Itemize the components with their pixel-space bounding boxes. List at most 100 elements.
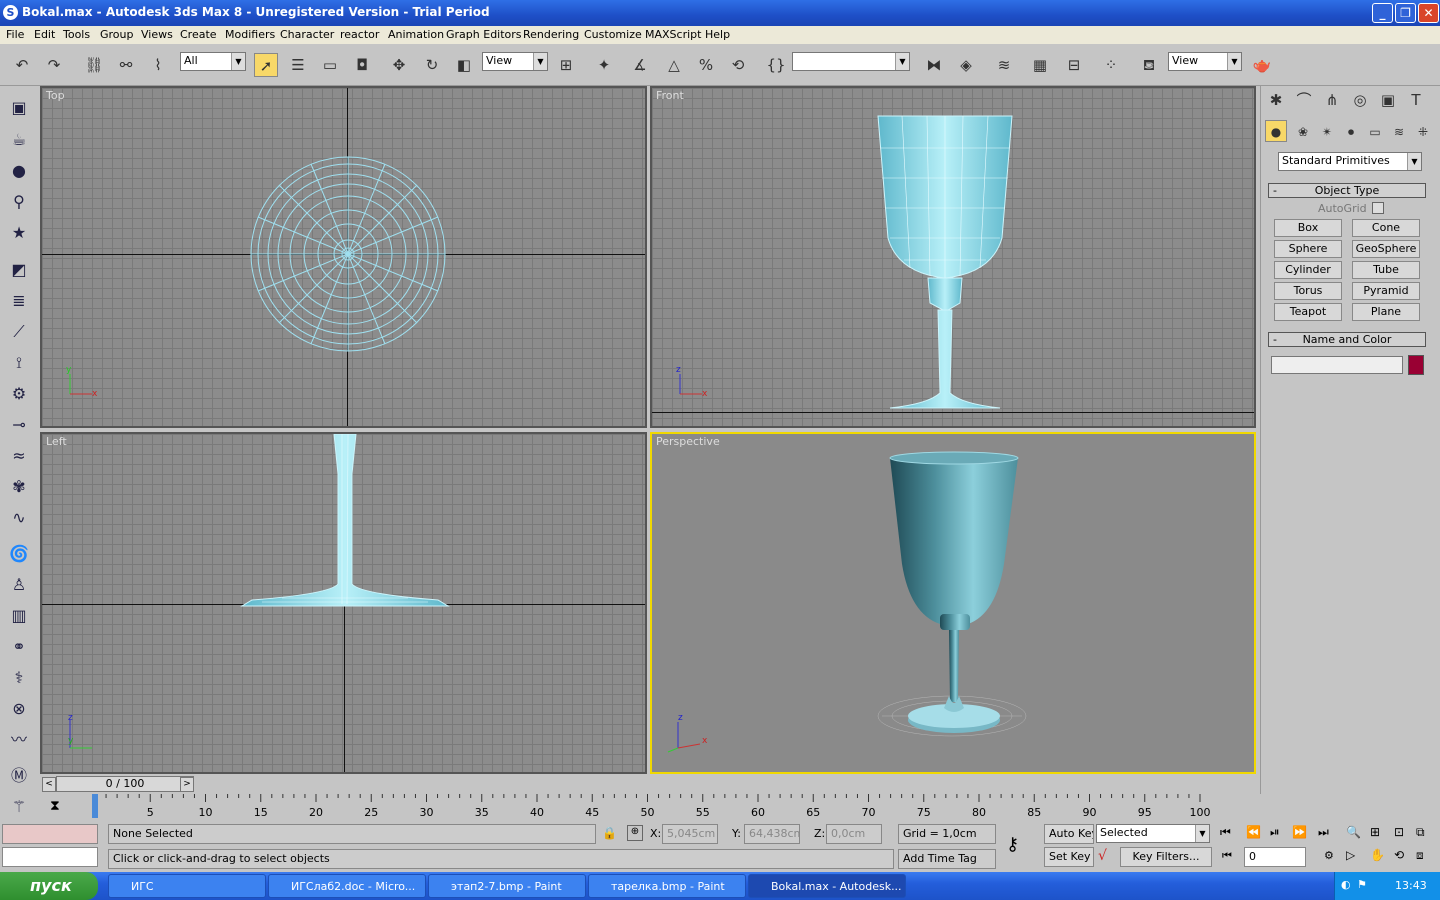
time-configuration-icon[interactable]: ⚙ <box>1324 849 1334 862</box>
mirror-icon[interactable]: ⧓ <box>922 53 946 77</box>
tray-language-icon[interactable]: ⚑ <box>1357 878 1367 891</box>
cloth-icon[interactable]: ▥ <box>7 604 31 628</box>
systems-category-icon[interactable]: ⁜ <box>1411 120 1435 144</box>
edit-named-selection-icon[interactable]: {} <box>764 53 788 77</box>
menu-edit[interactable]: Edit <box>34 28 55 41</box>
key-filters-button[interactable]: Key Filters... <box>1120 847 1212 867</box>
zoom-extents-all-icon[interactable]: ⧉ <box>1416 825 1425 840</box>
x-coord-field[interactable]: 5,045cm <box>662 824 718 844</box>
named-selection-sets-dropdown[interactable]: ▼ <box>792 52 910 71</box>
time-next-button[interactable]: > <box>180 777 194 792</box>
auto-key-button[interactable]: Auto Key <box>1044 824 1094 844</box>
track-bar-toggle-icon[interactable]: ⧗ <box>50 798 60 814</box>
viewport-top[interactable]: Top y x <box>40 86 647 428</box>
task-igs-folder[interactable]: ИГС <box>108 874 266 898</box>
reactor-icon[interactable]: ⊗ <box>7 697 31 721</box>
menu-modifiers[interactable]: Modifiers <box>225 28 275 41</box>
menu-rendering[interactable]: Rendering <box>523 28 579 41</box>
task-paint-etap[interactable]: этап2-7.bmp - Paint <box>428 874 586 898</box>
maxscript-listener-white[interactable] <box>2 847 98 867</box>
link-icon[interactable]: ⚭ <box>7 635 31 659</box>
track-bar[interactable]: 0510152025303540455055606570758085909510… <box>90 794 1240 820</box>
minimize-button[interactable]: _ <box>1372 3 1393 23</box>
maximize-viewport-icon[interactable]: ⧈ <box>1416 848 1424 863</box>
spinner-snap-icon[interactable]: ⟲ <box>726 53 750 77</box>
shapes-category-icon[interactable]: ❀ <box>1291 120 1315 144</box>
menu-help[interactable]: Help <box>705 28 730 41</box>
bind-space-warp-icon[interactable]: ⌇ <box>146 53 170 77</box>
menu-views[interactable]: Views <box>141 28 173 41</box>
hierarchy-tab-icon[interactable]: ⋔ <box>1320 88 1344 112</box>
quick-render-teapot-icon[interactable]: 🫖 <box>1250 53 1274 77</box>
task-3dsmax[interactable]: Bokal.max - Autodesk... <box>748 874 906 898</box>
create-tab-icon[interactable]: ✱ <box>1264 88 1288 112</box>
tray-network-icon[interactable]: ◐ <box>1341 878 1351 891</box>
field-of-view-icon[interactable]: ▷ <box>1346 848 1355 862</box>
menu-graph-editors[interactable]: Graph Editors <box>446 28 522 41</box>
lights-category-icon[interactable]: ✴ <box>1315 120 1339 144</box>
arc-rotate-icon[interactable]: ⟲ <box>1394 848 1404 862</box>
key-mode-toggle-icon[interactable]: ⏮ <box>1222 849 1232 863</box>
zoom-all-icon[interactable]: ⊞ <box>1370 825 1380 839</box>
light-icon[interactable]: ⚲ <box>7 190 31 214</box>
key-icon[interactable]: ⚷ <box>1006 834 1019 855</box>
helpers-category-icon[interactable]: ▭ <box>1363 120 1387 144</box>
biped-icon[interactable]: ♙ <box>7 573 31 597</box>
gear-icon[interactable]: ⚙ <box>7 382 31 406</box>
next-frame-icon[interactable]: ⏩ <box>1292 825 1307 839</box>
time-slider[interactable]: 0 / 100 <box>56 776 194 792</box>
menu-maxscript[interactable]: MAXScript <box>645 28 701 41</box>
scale-icon[interactable]: ◧ <box>452 53 476 77</box>
go-to-start-icon[interactable]: ⏮ <box>1220 825 1231 840</box>
maxscript-listener-pink[interactable] <box>2 824 98 844</box>
maximize-button[interactable]: ❐ <box>1395 3 1416 23</box>
zoom-icon[interactable]: 🔍 <box>1346 825 1361 839</box>
percent-snap-icon[interactable]: % <box>694 53 718 77</box>
ik-icon[interactable]: ⚕ <box>7 666 31 690</box>
task-paint-tarelka[interactable]: тарелка.bmp - Paint <box>588 874 746 898</box>
lock-icon[interactable]: 🔒 <box>602 826 617 840</box>
torus-button[interactable]: Torus <box>1274 282 1342 300</box>
menu-group[interactable]: Group <box>100 28 134 41</box>
menu-animation[interactable]: Animation <box>388 28 444 41</box>
cone-button[interactable]: Cone <box>1352 219 1420 237</box>
unlink-icon[interactable]: ⚯ <box>114 53 138 77</box>
go-to-end-icon[interactable]: ⏭ <box>1318 825 1329 840</box>
wind-icon[interactable]: ≈ <box>7 444 31 468</box>
start-button[interactable]: пуск <box>0 872 98 900</box>
viewport-perspective[interactable]: Perspective z x <box>650 432 1256 774</box>
manipulate-icon[interactable]: ✦ <box>592 53 616 77</box>
menu-character[interactable]: Character <box>280 28 334 41</box>
schematic-view-icon[interactable]: ⊟ <box>1062 53 1086 77</box>
geosphere-button[interactable]: GeoSphere <box>1352 240 1420 258</box>
display-tab-icon[interactable]: ▣ <box>1376 88 1400 112</box>
menu-file[interactable]: File <box>6 28 24 41</box>
geometry-icon[interactable]: ● <box>1265 120 1287 142</box>
reference-coordinate-dropdown[interactable]: View ▼ <box>482 52 548 71</box>
layers-icon[interactable]: ≣ <box>7 289 31 313</box>
mental-ray-icon[interactable]: Ⓜ <box>7 764 31 788</box>
move-icon[interactable]: ✥ <box>387 53 411 77</box>
absolute-mode-icon[interactable]: ⊕ <box>627 825 643 841</box>
z-coord-field[interactable]: 0,0cm <box>826 824 882 844</box>
redo-icon[interactable]: ↷ <box>42 53 66 77</box>
object-type-rollout[interactable]: - Object Type <box>1268 183 1426 198</box>
box-icon[interactable]: ▣ <box>7 96 31 120</box>
render-scene-icon[interactable]: ⛾ <box>1137 53 1161 77</box>
name-and-color-rollout[interactable]: - Name and Color <box>1268 332 1426 347</box>
app-icon[interactable]: S <box>3 5 18 20</box>
key-mode-dropdown[interactable]: Selected ▼ <box>1096 824 1210 843</box>
current-frame-marker[interactable] <box>92 794 98 818</box>
angle-snap-icon[interactable]: △ <box>662 53 686 77</box>
select-by-name-icon[interactable]: ☰ <box>286 53 310 77</box>
snap-toggle-icon[interactable]: ∡ <box>628 53 652 77</box>
close-button[interactable]: ✕ <box>1418 3 1439 23</box>
render-view-dropdown[interactable]: View ▼ <box>1168 52 1242 71</box>
bone-icon[interactable]: ⊸ <box>7 413 31 437</box>
previous-frame-icon[interactable]: ⏪ <box>1246 825 1261 839</box>
play-icon[interactable]: ⏯ <box>1270 825 1280 840</box>
pyramid-button[interactable]: Pyramid <box>1352 282 1420 300</box>
object-name-input[interactable] <box>1271 356 1403 374</box>
plane-button[interactable]: Plane <box>1352 303 1420 321</box>
utilities-tab-icon[interactable]: T <box>1404 88 1428 112</box>
